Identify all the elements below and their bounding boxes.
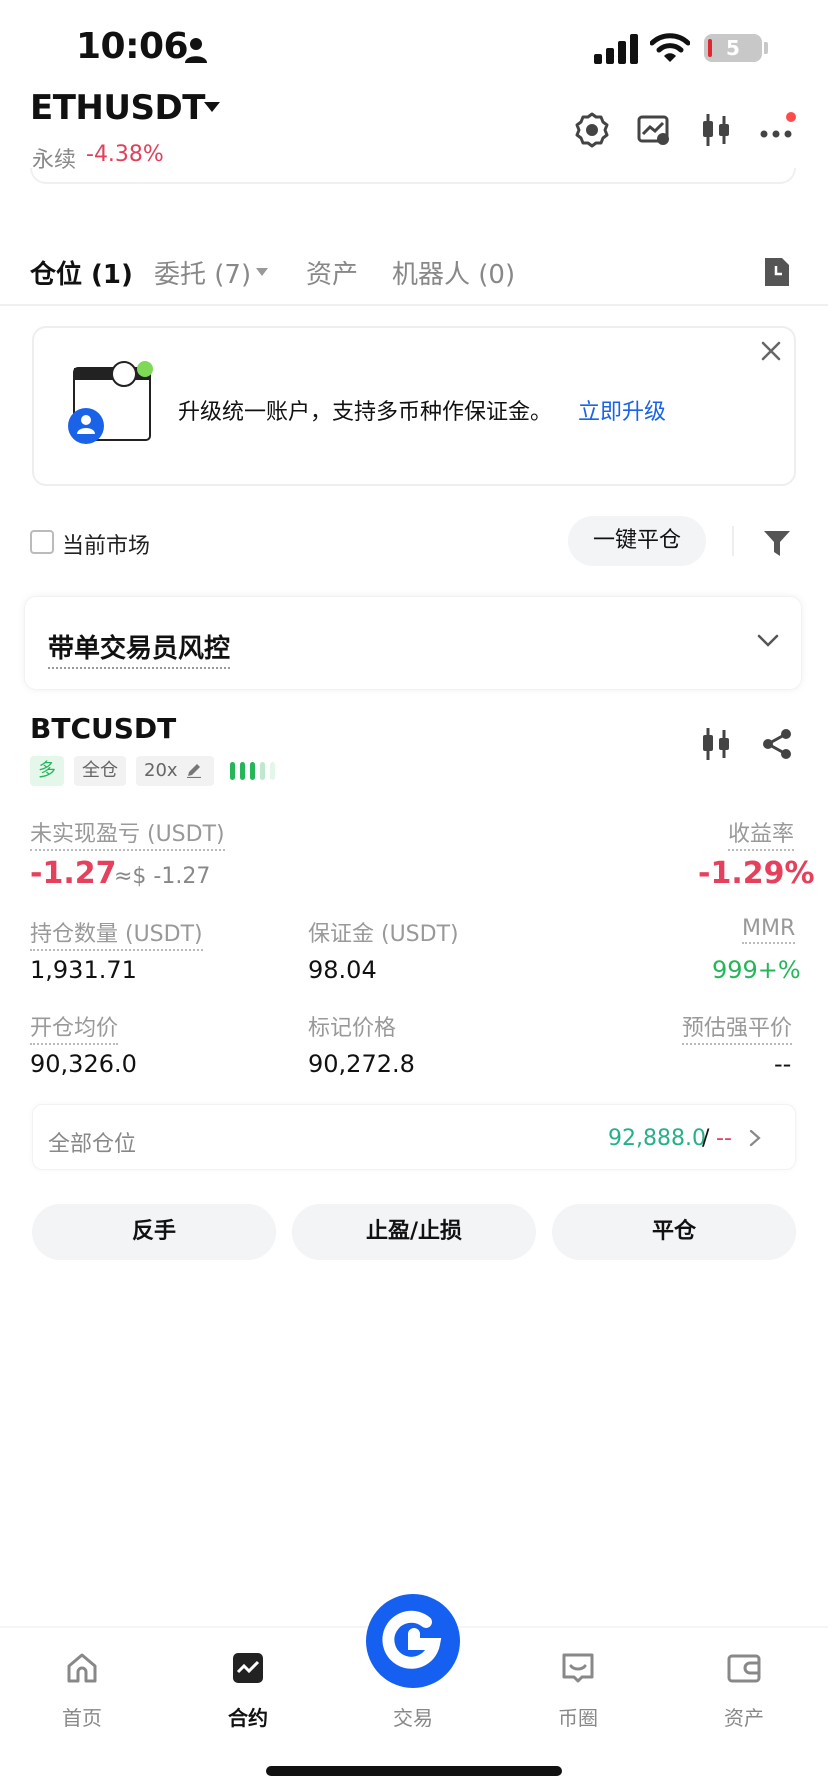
filter-icon[interactable] [762, 528, 792, 558]
caret-down-icon[interactable] [204, 102, 220, 112]
account-upgrade-illustration [68, 361, 153, 444]
candlestick-icon[interactable] [700, 726, 732, 762]
entry-price-label: 开仓均价 [30, 1010, 119, 1045]
community-icon[interactable] [560, 1650, 596, 1686]
position-size-label: 持仓数量 (USDT) [30, 916, 203, 951]
risk-control-title: 带单交易员风控 [48, 628, 231, 669]
wallet-icon[interactable] [726, 1650, 762, 1686]
chevron-right-icon[interactable] [748, 1128, 762, 1148]
roe-value: -1.29% [698, 856, 815, 891]
all-positions-label: 全部仓位 [48, 1132, 137, 1157]
mmr-label: MMR [742, 916, 796, 944]
upgrade-now-link[interactable]: 立即升级 [578, 394, 666, 426]
margin-mode-tag: 全仓 [74, 756, 126, 786]
current-market-checkbox[interactable] [30, 530, 54, 554]
home-indicator [266, 1766, 562, 1776]
chart-settings-icon[interactable] [636, 112, 672, 148]
history-document-icon[interactable] [762, 256, 792, 288]
roe-label: 收益率 [728, 816, 795, 851]
mark-price-label: 标记价格 [308, 1016, 397, 1041]
tab-orders[interactable]: 委托 (7) [154, 254, 251, 291]
symbol-selector[interactable]: ETHUSDT [30, 88, 205, 128]
close-icon[interactable] [760, 340, 782, 362]
orders-caret-icon[interactable] [256, 268, 268, 276]
position-symbol[interactable]: BTCUSDT [30, 712, 176, 745]
award-badge-icon[interactable] [574, 112, 610, 148]
wifi-icon [650, 33, 690, 62]
status-time: 10:06 [76, 26, 189, 67]
person-icon [185, 38, 207, 63]
liquidation-price-value: -- [774, 1050, 792, 1078]
nav-community[interactable]: 币圈 [538, 1702, 618, 1731]
chevron-down-icon[interactable] [756, 632, 780, 650]
tab-bots[interactable]: 机器人 (0) [392, 254, 515, 291]
all-positions-price: 92,888.0 [608, 1126, 706, 1151]
liquidation-price-label: 预估强平价 [682, 1010, 793, 1045]
position-size-value: 1,931.71 [30, 956, 137, 984]
notification-dot [786, 112, 796, 122]
leverage-tag[interactable]: 20x [136, 756, 214, 786]
banner-text: 升级统一账户，支持多币种作保证金。 [178, 400, 553, 425]
trade-button[interactable] [366, 1594, 460, 1688]
close-position-button[interactable]: 平仓 [552, 1204, 796, 1260]
tpsl-button[interactable]: 止盈/止损 [292, 1204, 536, 1260]
reverse-button[interactable]: 反手 [32, 1204, 276, 1260]
all-positions-slash: / [702, 1126, 710, 1151]
nav-trade[interactable]: 交易 [373, 1702, 453, 1731]
divider [732, 526, 734, 556]
side-tag: 多 [30, 756, 64, 786]
margin-value: 98.04 [308, 956, 377, 984]
cellular-signal-icon [594, 34, 638, 64]
battery-tip [764, 42, 768, 54]
margin-label: 保证金 (USDT) [308, 922, 459, 947]
home-icon[interactable] [64, 1650, 100, 1686]
unrealized-pnl-value: -1.27 [30, 856, 117, 891]
all-positions-other: -- [716, 1126, 732, 1151]
nav-assets[interactable]: 资产 [704, 1702, 784, 1731]
tabs-divider [0, 304, 828, 306]
close-all-button[interactable]: 一键平仓 [568, 516, 706, 566]
pencil-icon[interactable] [186, 762, 202, 778]
mark-price-value: 90,272.8 [308, 1050, 415, 1078]
unrealized-pnl-usd: ≈$ -1.27 [114, 864, 211, 889]
risk-level-bars-icon [230, 762, 275, 780]
trade-icon [382, 1610, 442, 1669]
futures-icon[interactable] [230, 1650, 266, 1686]
entry-price-value: 90,326.0 [30, 1050, 137, 1078]
battery-indicator: 5 [704, 34, 762, 62]
share-icon[interactable] [762, 728, 792, 760]
tab-assets[interactable]: 资产 [306, 254, 358, 291]
candlestick-icon[interactable] [698, 112, 734, 148]
unrealized-pnl-label: 未实现盈亏 (USDT) [30, 816, 225, 851]
header-card-edge [30, 168, 796, 184]
price-change: -4.38% [86, 142, 164, 167]
nav-home[interactable]: 首页 [42, 1702, 122, 1731]
nav-futures[interactable]: 合约 [208, 1702, 288, 1731]
tab-positions[interactable]: 仓位 (1) [30, 254, 133, 291]
mmr-value: 999+% [712, 956, 801, 984]
current-market-label[interactable]: 当前市场 [62, 528, 150, 560]
